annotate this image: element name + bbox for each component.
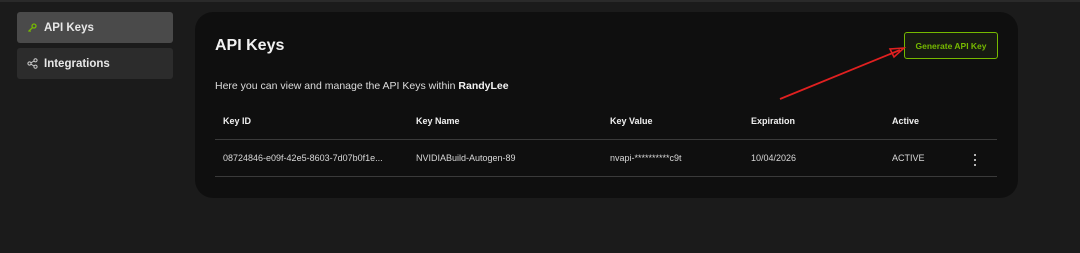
key-icon <box>26 22 38 34</box>
column-header-expiration: Expiration <box>751 116 796 126</box>
column-header-key-name: Key Name <box>416 116 460 126</box>
cell-expiration: 10/04/2026 <box>751 153 797 163</box>
sidebar-item-integrations[interactable]: Integrations <box>17 48 173 79</box>
cell-key-name: NVIDIABuild-Autogen-89 <box>416 153 516 163</box>
cell-key-value: nvapi-**********c9t <box>610 153 682 163</box>
sidebar: API Keys Integrations <box>17 12 173 84</box>
cell-key-id: 08724846-e09f-42e5-8603-7d07b0f1e... <box>223 153 383 163</box>
generate-api-key-button[interactable]: Generate API Key <box>904 32 998 59</box>
page-title: API Keys <box>215 37 285 54</box>
column-header-key-id: Key ID <box>223 116 252 126</box>
table-row: 08724846-e09f-42e5-8603-7d07b0f1e... NVI… <box>215 153 997 169</box>
sidebar-item-label: Integrations <box>44 57 110 70</box>
table-divider <box>215 139 997 140</box>
api-keys-panel: API Keys Generate API Key Here you can v… <box>195 12 1018 198</box>
org-name: RandyLee <box>458 80 509 92</box>
row-actions-menu-icon[interactable] <box>971 153 979 167</box>
column-header-key-value: Key Value <box>610 116 653 126</box>
panel-description: Here you can view and manage the API Key… <box>215 80 509 92</box>
sidebar-item-label: API Keys <box>44 21 94 34</box>
share-nodes-icon <box>26 58 38 70</box>
top-divider <box>0 0 1080 2</box>
column-header-active: Active <box>892 116 920 126</box>
table-divider <box>215 176 997 177</box>
cell-active-status: ACTIVE <box>892 153 925 163</box>
sidebar-item-api-keys[interactable]: API Keys <box>17 12 173 43</box>
description-text: Here you can view and manage the API Key… <box>215 80 459 92</box>
